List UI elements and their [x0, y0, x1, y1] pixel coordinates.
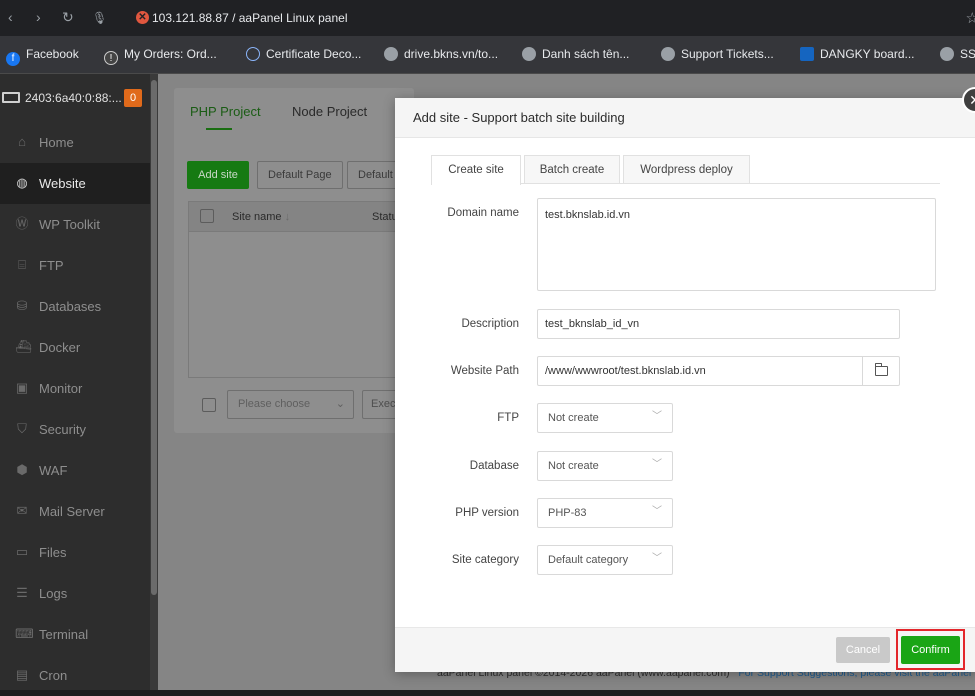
database-icon: ⛁ — [16, 298, 28, 313]
globe-icon: ◍ — [16, 175, 28, 190]
table-body — [188, 232, 398, 378]
chevron-down-icon: ﹀ — [652, 459, 662, 470]
cron-icon: ▤ — [15, 667, 29, 682]
chevron-down-icon: ﹀ — [652, 506, 662, 517]
default-button[interactable]: Default — [347, 161, 395, 189]
domain-textarea[interactable]: test.bknslab.id.vn — [537, 198, 936, 291]
address-bar[interactable]: 103.121.88.87 / aaPanel Linux panel — [152, 11, 348, 25]
tab-divider-gap — [432, 183, 520, 184]
monitor-icon: ▣ — [15, 380, 29, 395]
cancel-button[interactable]: Cancel — [836, 637, 890, 663]
microphone-icon[interactable]: 🎙 — [92, 11, 107, 25]
ftp-icon: ⌸ — [18, 257, 26, 272]
bookmark-certificate[interactable]: Certificate Deco... — [246, 47, 361, 61]
website-path-label: Website Path — [450, 365, 519, 377]
sort-icon: ↓ — [284, 211, 291, 223]
ftp-label: FTP — [497, 412, 519, 424]
bookmark-support[interactable]: Support Tickets... — [661, 47, 774, 61]
folder-icon: ▭ — [15, 544, 29, 559]
notification-badge[interactable]: 0 — [124, 89, 142, 107]
bookmarks-bar: f Facebook ! My Orders: Ord... Certificate… — [0, 36, 975, 74]
sidebar-item-home[interactable]: ⌂ Home — [0, 122, 150, 163]
select-all-checkbox[interactable] — [200, 209, 214, 223]
chevron-down-icon: ﹀ — [652, 553, 662, 564]
column-site-name[interactable]: Site name ↓ — [232, 211, 290, 223]
certificate-icon — [246, 47, 260, 61]
footer-checkbox[interactable] — [202, 398, 216, 412]
back-icon[interactable]: ‹ — [8, 9, 13, 25]
sidebar-item-databases[interactable]: ⛁ Databases — [0, 286, 150, 327]
php-version-label: PHP version — [455, 507, 519, 519]
tab-create-site[interactable]: Create site — [431, 155, 521, 185]
bookmark-orders[interactable]: ! My Orders: Ord... — [104, 47, 217, 65]
globe-icon — [522, 47, 536, 61]
ftp-select[interactable]: Not create ﹀ — [537, 403, 673, 433]
server-icon — [2, 92, 20, 103]
facebook-icon: f — [6, 52, 20, 66]
sidebar-item-website[interactable]: ◍ Website — [0, 163, 150, 204]
site-category-label: Site category — [451, 554, 519, 566]
waf-icon: ⬢ — [16, 462, 28, 477]
database-label: Database — [469, 460, 519, 472]
terminal-icon: ⌨ — [15, 626, 34, 641]
database-select[interactable]: Not create ﹀ — [537, 451, 673, 481]
batch-action-select[interactable]: Please choose ⌄ — [227, 390, 354, 419]
add-site-button[interactable]: Add site — [187, 161, 249, 189]
site-category-select[interactable]: Default category ﹀ — [537, 545, 673, 575]
column-status[interactable]: Statu — [372, 211, 398, 223]
bookmark-star-icon[interactable]: ☆ — [966, 9, 975, 27]
forward-icon[interactable]: › — [36, 9, 41, 25]
globe-icon — [940, 47, 954, 61]
bookmark-facebook[interactable]: f Facebook — [6, 47, 79, 66]
server-address: 2403:6a40:0:88:... — [25, 91, 122, 105]
table-header — [188, 201, 398, 232]
chevron-down-icon: ⌄ — [335, 398, 345, 410]
chevron-down-icon: ﹀ — [652, 411, 662, 422]
sidebar-scrollbar-thumb[interactable] — [151, 80, 157, 595]
website-path-input[interactable]: /www/wwwroot/test.bknslab.id.vn — [537, 356, 863, 386]
dangky-icon — [800, 47, 814, 61]
confirm-button[interactable]: Confirm — [901, 636, 960, 664]
active-tab-indicator — [206, 128, 232, 130]
description-label: Description — [461, 318, 519, 330]
sidebar-item-logs[interactable]: ☰ Logs — [0, 573, 150, 614]
browser-toolbar: ‹ › ↻ 🎙 ✕ 103.121.88.87 / aaPanel Linux … — [0, 0, 975, 36]
tab-php-project[interactable]: PHP Project — [190, 104, 261, 119]
mail-icon: ✉ — [16, 503, 28, 518]
sidebar-item-mail-server[interactable]: ✉ Mail Server — [0, 491, 150, 532]
php-version-select[interactable]: PHP-83 ﹀ — [537, 498, 673, 528]
bookmark-dangky[interactable]: DANGKY board... — [800, 47, 915, 61]
sidebar-item-ftp[interactable]: ⌸ FTP — [0, 245, 150, 286]
sidebar-item-monitor[interactable]: ▣ Monitor — [0, 368, 150, 409]
modal-title: Add site - Support batch site building — [413, 110, 625, 125]
sidebar-item-waf[interactable]: ⬢ WAF — [0, 450, 150, 491]
logs-icon: ☰ — [16, 585, 28, 600]
tab-node-project[interactable]: Node Project — [292, 104, 367, 119]
description-input[interactable]: test_bknslab_id_vn — [537, 309, 900, 339]
tab-wordpress-deploy[interactable]: Wordpress deploy — [623, 155, 750, 184]
orders-icon: ! — [104, 51, 118, 65]
reload-icon[interactable]: ↻ — [62, 9, 74, 26]
modal-header: Add site - Support batch site building — [395, 98, 975, 138]
globe-icon — [661, 47, 675, 61]
sidebar-item-docker[interactable]: ⛴ Docker — [0, 327, 150, 368]
domain-label: Domain name — [447, 207, 519, 219]
sidebar-item-terminal[interactable]: ⌨ Terminal — [0, 614, 150, 655]
bookmark-ss[interactable]: SS — [940, 47, 975, 61]
bookmark-drive[interactable]: drive.bkns.vn/to... — [384, 47, 498, 61]
shield-icon: ⛉ — [17, 421, 27, 436]
sidebar-item-security[interactable]: ⛉ Security — [0, 409, 150, 450]
sidebar-item-files[interactable]: ▭ Files — [0, 532, 150, 573]
wordpress-icon: Ⓦ — [15, 216, 29, 231]
folder-icon — [875, 363, 888, 376]
docker-icon: ⛴ — [15, 339, 32, 354]
server-header[interactable]: 2403:6a40:0:88:... 0 — [0, 74, 150, 122]
home-icon: ⌂ — [18, 134, 26, 149]
bookmark-danh-sach[interactable]: Danh sách tên... — [522, 47, 629, 61]
sidebar-item-wp-toolkit[interactable]: Ⓦ WP Toolkit — [0, 204, 150, 245]
default-page-button[interactable]: Default Page — [257, 161, 343, 189]
tab-batch-create[interactable]: Batch create — [524, 155, 620, 184]
not-secure-icon[interactable]: ✕ — [136, 11, 149, 24]
globe-icon — [384, 47, 398, 61]
